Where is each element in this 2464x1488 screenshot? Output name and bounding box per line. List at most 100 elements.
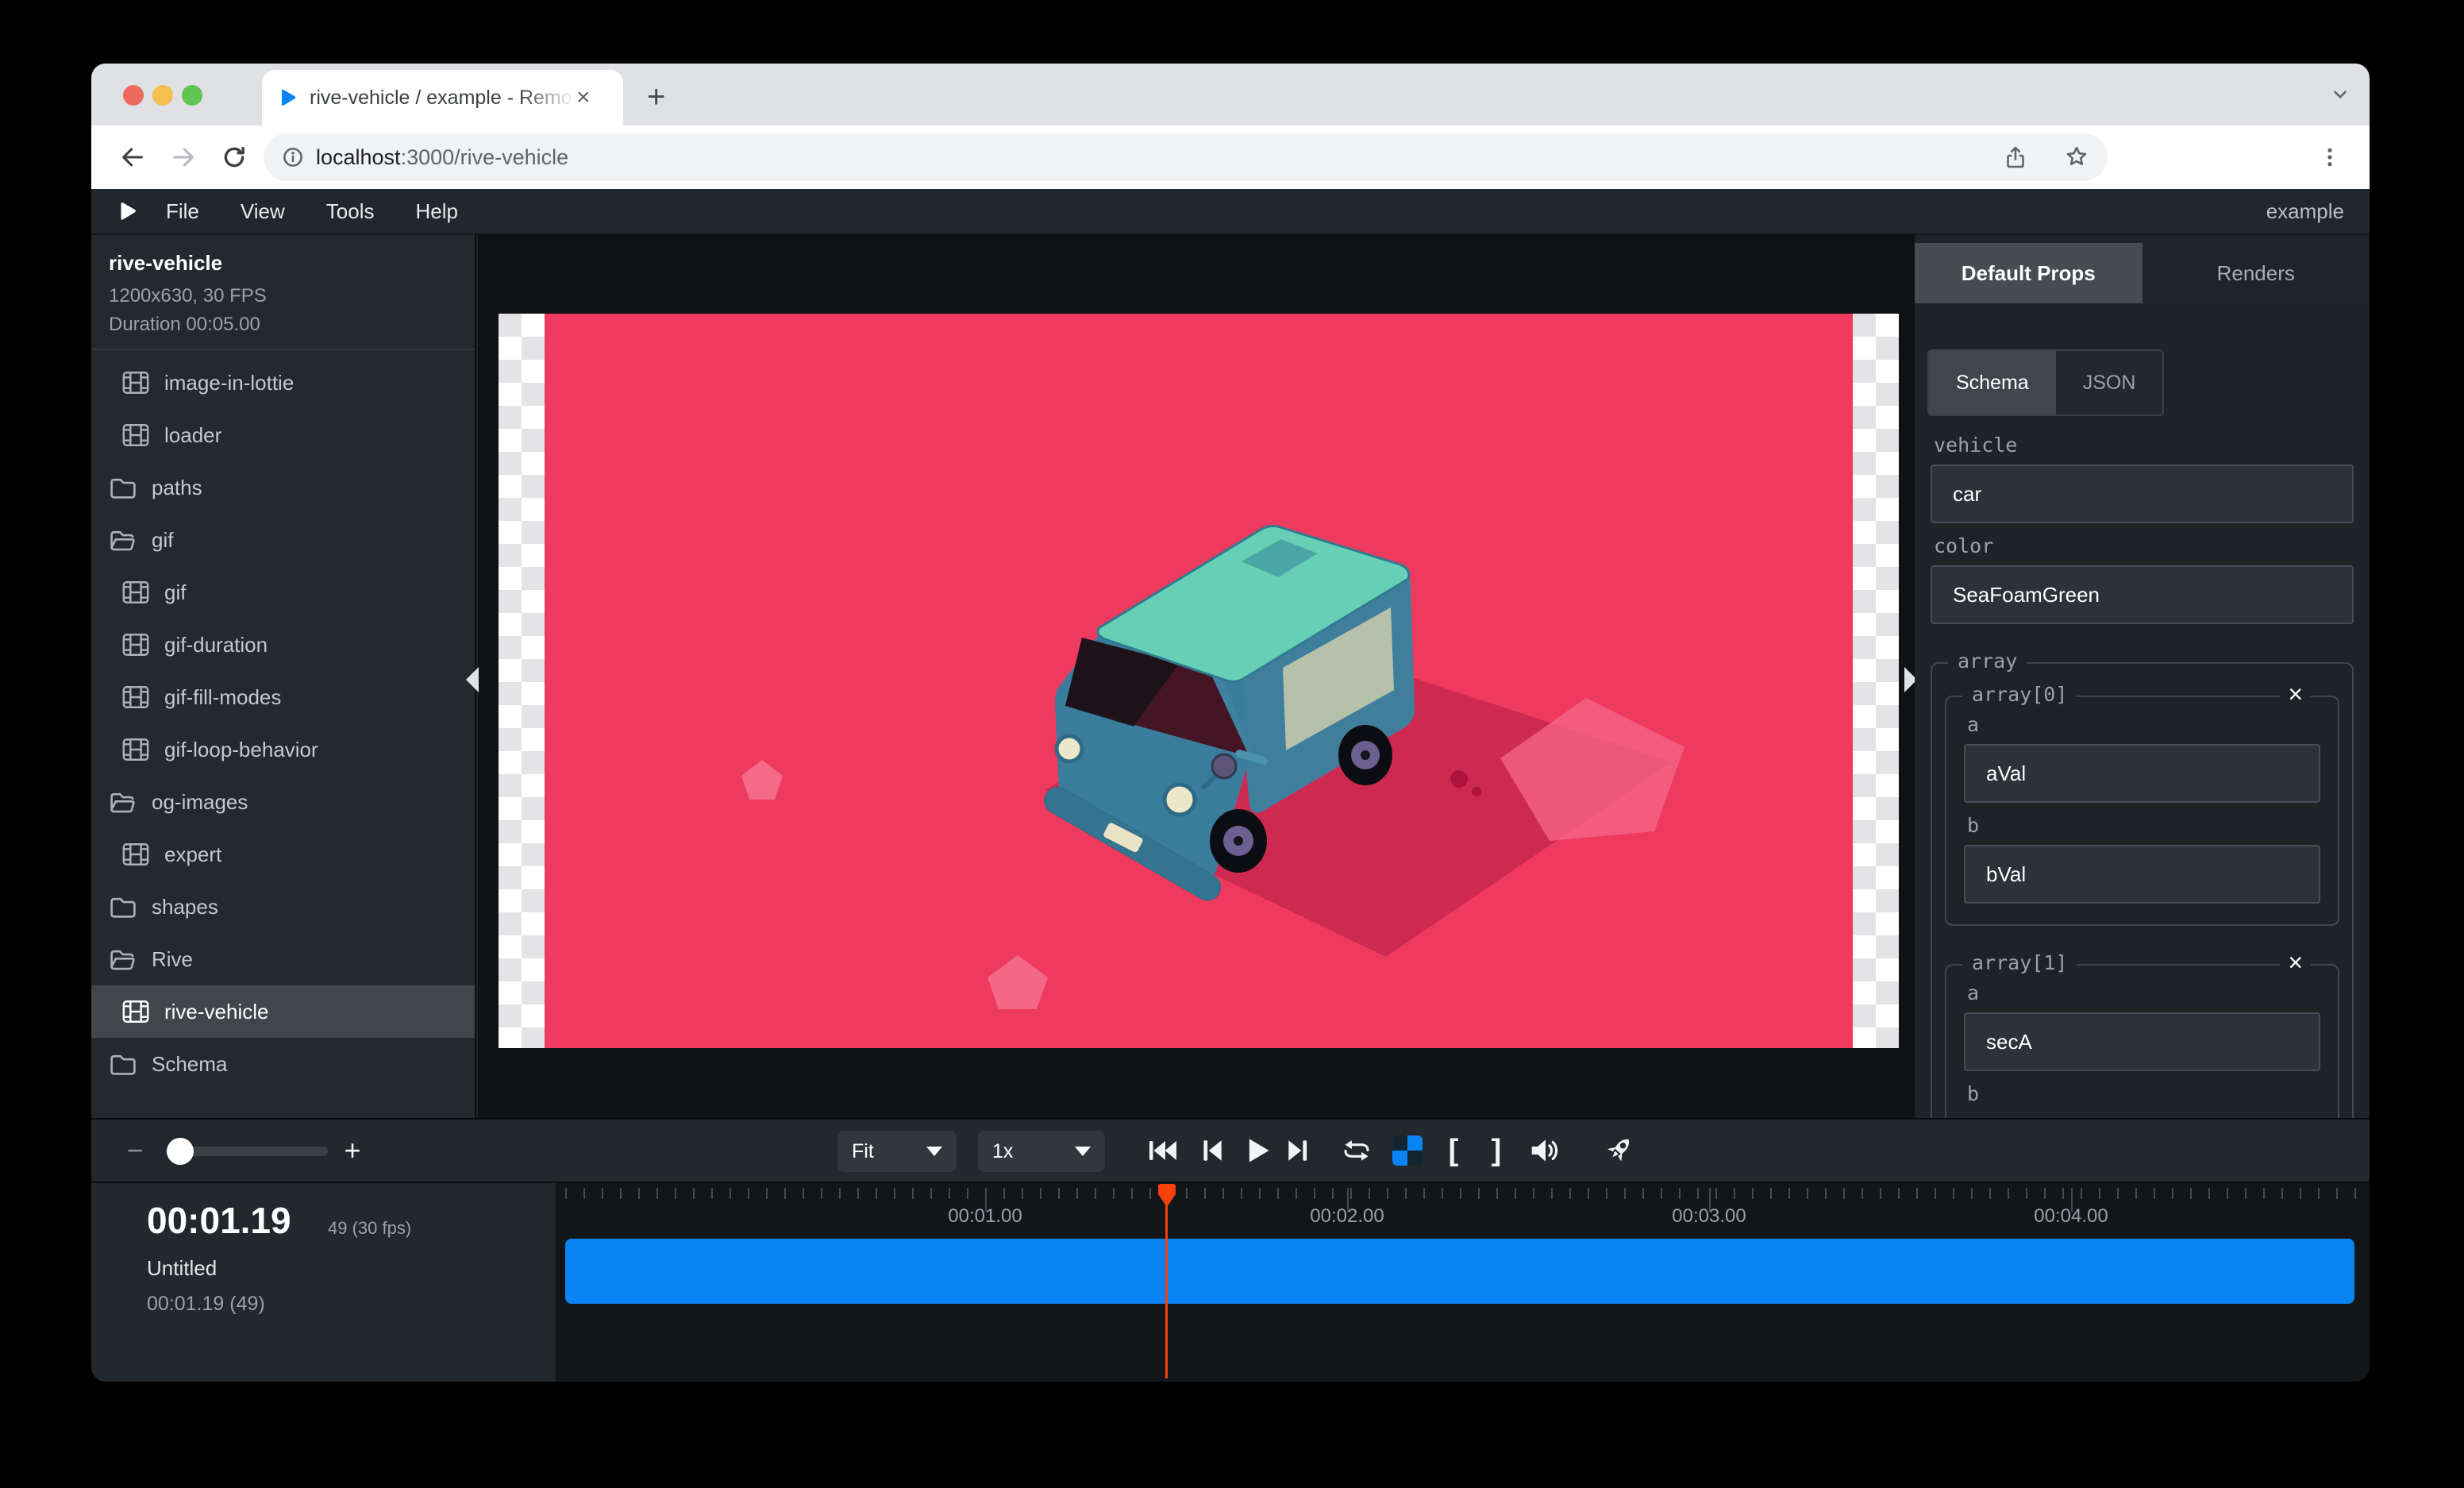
film-icon — [120, 685, 152, 709]
tab-default-props[interactable]: Default Props — [1915, 243, 2143, 303]
composition-info: rive-vehicle 1200x630, 30 FPS Duration 0… — [91, 235, 475, 350]
field-label-a: a — [1967, 713, 2320, 736]
sidebar-folder-schema[interactable]: Schema — [91, 1038, 475, 1090]
field-label-b: b — [1967, 1082, 2320, 1105]
sidebar-item-loader[interactable]: loader — [91, 409, 475, 461]
color-input[interactable]: SeaFoamGreen — [1931, 565, 2354, 624]
remotion-logo-icon[interactable] — [115, 199, 139, 223]
array-0-b-input[interactable]: bVal — [1964, 845, 2320, 904]
sidebar-item-label: gif — [152, 528, 173, 553]
folder-open-icon — [107, 528, 139, 552]
toggle-json[interactable]: JSON — [2056, 351, 2163, 414]
fit-dropdown[interactable]: Fit — [837, 1131, 957, 1172]
out-point-button[interactable]: ] — [1477, 1120, 1515, 1182]
close-window-button[interactable] — [123, 85, 144, 106]
tab-close-icon[interactable]: × — [576, 86, 591, 110]
folder-open-icon — [107, 790, 139, 814]
tab-renders[interactable]: Renders — [2143, 243, 2370, 303]
video-canvas[interactable] — [499, 314, 1899, 1048]
sidebar-item-gif-duration[interactable]: gif-duration — [91, 619, 475, 671]
folder-icon — [107, 895, 139, 919]
next-frame-button[interactable] — [1279, 1120, 1317, 1182]
remove-array-item-0-button[interactable]: × — [2280, 680, 2311, 708]
sidebar-item-label: gif-duration — [164, 633, 268, 657]
loop-toggle-icon[interactable] — [1334, 1120, 1379, 1182]
volume-button[interactable] — [1520, 1120, 1571, 1182]
play-button[interactable] — [1236, 1120, 1279, 1182]
zoom-out-button[interactable]: − — [115, 1120, 155, 1182]
sidebar-folder-gif[interactable]: gif — [91, 514, 475, 566]
speed-dropdown-value: 1x — [992, 1140, 1013, 1163]
pentagon-small-bottom — [988, 955, 1048, 1009]
composition-title: rive-vehicle — [109, 251, 457, 276]
playhead-handle[interactable] — [1157, 1183, 1176, 1209]
chevron-down-icon — [1075, 1147, 1091, 1156]
sidebar-item-rive-vehicle-selected[interactable]: rive-vehicle — [91, 985, 475, 1038]
sidebar-item-label: gif-fill-modes — [164, 685, 281, 710]
sidebar-folder-rive[interactable]: Rive — [91, 933, 475, 985]
menu-file[interactable]: File — [166, 199, 199, 224]
jump-to-start-button[interactable] — [1141, 1120, 1184, 1182]
maximize-window-button[interactable] — [182, 85, 202, 106]
field-label-b: b — [1967, 814, 2320, 837]
browser-tab[interactable]: rive-vehicle / example - Remoti × — [262, 70, 623, 125]
sidebar-folder-og-images[interactable]: og-images — [91, 776, 475, 828]
sidebar-item-gif-fill-modes[interactable]: gif-fill-modes — [91, 671, 475, 723]
menu-view[interactable]: View — [241, 199, 285, 224]
sidebar-folder-shapes[interactable]: shapes — [91, 881, 475, 933]
sidebar-item-image-in-lottie[interactable]: image-in-lottie — [91, 357, 475, 409]
track-duration: 00:01.19 (49) — [147, 1293, 265, 1316]
field-label-color: color — [1934, 534, 2354, 557]
vehicle-input[interactable]: car — [1931, 465, 2354, 523]
timeline-track-bar[interactable] — [565, 1239, 2354, 1304]
forward-icon[interactable] — [164, 138, 202, 176]
bookmark-star-icon[interactable] — [2063, 144, 2090, 171]
schema-json-toggle: Schema JSON — [1927, 349, 2164, 416]
toggle-schema[interactable]: Schema — [1929, 351, 2056, 414]
sidebar-item-label: expert — [164, 842, 221, 867]
playhead-line — [1165, 1186, 1168, 1378]
timeline-ruler[interactable] — [565, 1188, 2370, 1199]
folder-icon — [107, 1052, 139, 1076]
chevron-down-icon — [926, 1147, 942, 1156]
fit-dropdown-value: Fit — [852, 1140, 874, 1163]
sidebar-item-gif-loop-behavior[interactable]: gif-loop-behavior — [91, 723, 475, 776]
array-item-1-legend: array[1] — [1962, 951, 2077, 974]
current-frame-info: 49 (30 fps) — [328, 1218, 411, 1239]
remove-array-item-1-button[interactable]: × — [2280, 948, 2311, 977]
preview-pane — [478, 235, 1915, 1118]
array-0-a-input[interactable]: aVal — [1964, 744, 2320, 803]
array-1-a-input[interactable]: secA — [1964, 1012, 2320, 1071]
sidebar-folder-paths[interactable]: paths — [91, 461, 475, 514]
zoom-slider-thumb[interactable] — [167, 1138, 194, 1165]
previous-frame-button[interactable] — [1193, 1120, 1231, 1182]
zoom-in-button[interactable]: + — [333, 1120, 372, 1182]
minimize-window-button[interactable] — [152, 85, 173, 106]
new-tab-button[interactable]: + — [647, 83, 665, 111]
menu-help[interactable]: Help — [416, 199, 458, 224]
composition-duration: Duration 00:05.00 — [109, 314, 457, 336]
address-bar[interactable]: localhost:3000/rive-vehicle — [264, 133, 2108, 181]
render-rocket-button[interactable] — [1593, 1120, 1644, 1182]
sidebar-item-gif[interactable]: gif — [91, 566, 475, 619]
tab-search-chevron-icon[interactable] — [2330, 84, 2350, 105]
transparency-checkerboard-toggle[interactable] — [1385, 1120, 1430, 1182]
film-icon — [120, 1000, 152, 1023]
back-icon[interactable] — [114, 138, 152, 176]
menu-tools[interactable]: Tools — [326, 199, 375, 224]
array-item-1-fieldset: array[1] × a secA b — [1945, 964, 2339, 1118]
folder-open-icon — [107, 947, 139, 971]
url-text: localhost:3000/rive-vehicle — [316, 145, 2003, 170]
sidebar-item-expert[interactable]: expert — [91, 828, 475, 881]
playback-speed-dropdown[interactable]: 1x — [978, 1131, 1105, 1172]
pentagon-small-left — [741, 760, 783, 800]
folder-icon — [107, 476, 139, 499]
share-icon[interactable] — [2003, 145, 2028, 170]
in-point-button[interactable]: [ — [1434, 1120, 1473, 1182]
browser-menu-icon[interactable] — [2311, 138, 2349, 176]
sidebar-item-label: rive-vehicle — [164, 1000, 269, 1024]
collapse-left-panel-arrow[interactable] — [466, 667, 479, 692]
reload-icon[interactable] — [215, 138, 253, 176]
project-name-label: example — [2266, 199, 2344, 224]
track-name[interactable]: Untitled — [147, 1256, 217, 1281]
